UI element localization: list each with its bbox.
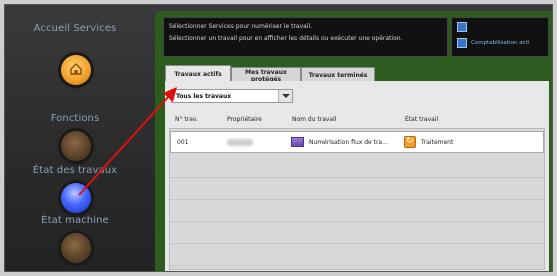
- message-line-2: Sélectionner un travail pour en afficher…: [169, 35, 403, 42]
- table-row: [170, 178, 544, 200]
- table-row[interactable]: 001 Numérisation flux de tra... Traiteme…: [170, 131, 544, 153]
- table-row: [170, 156, 544, 178]
- tab-label: Travaux terminés: [308, 72, 368, 79]
- etat-machine-button[interactable]: [61, 233, 91, 263]
- home-icon: [70, 63, 82, 75]
- control-panel: Accueil Services Fonctions État des trav…: [5, 5, 155, 271]
- job-filter-dropdown[interactable]: Tous les travaux: [171, 89, 293, 103]
- filter-value: Tous les travaux: [176, 93, 232, 100]
- jobs-table: 001 Numérisation flux de tra... Traiteme…: [169, 128, 545, 270]
- table-row: [170, 222, 544, 244]
- device-frame: Accueil Services Fonctions État des trav…: [4, 4, 553, 272]
- device-status-icon: [457, 22, 467, 32]
- jobs-panel: Tous les travaux N° trav. Propriétaire N…: [165, 81, 549, 271]
- status-row-1[interactable]: [457, 22, 467, 32]
- fonctions-button[interactable]: [61, 131, 91, 161]
- accounting-label: Comptabilisation acti: [471, 40, 530, 46]
- fonctions-label: Fonctions: [50, 113, 100, 124]
- column-header-state: État travail: [405, 116, 439, 123]
- message-line-1: Sélectionner Services pour numériser le …: [169, 23, 313, 30]
- etat-machine-label: État machine: [41, 215, 109, 226]
- job-name: Numérisation flux de tra...: [309, 139, 388, 146]
- job-state: Traitement: [421, 139, 454, 146]
- services-home-button[interactable]: [61, 55, 91, 85]
- column-header-name: Nom du travail: [292, 116, 337, 123]
- table-row: [170, 244, 544, 266]
- column-header-no: N° trav.: [175, 116, 198, 123]
- column-header-owner: Propriétaire: [227, 116, 262, 123]
- job-number: 001: [177, 139, 189, 146]
- accounting-icon: [457, 38, 467, 48]
- owner-redacted: [227, 139, 253, 146]
- etat-travaux-label: État des travaux: [32, 165, 118, 176]
- status-row-2[interactable]: Comptabilisation acti: [457, 38, 529, 48]
- touch-screen: Sélectionner Services pour numériser le …: [155, 11, 552, 271]
- tab-label: Travaux actifs: [174, 71, 222, 78]
- services-home-label: Accueil Services: [33, 23, 117, 34]
- status-area: Comptabilisation acti: [451, 17, 549, 57]
- scan-flow-icon: [291, 137, 304, 147]
- message-area: Sélectionner Services pour numériser le …: [163, 17, 448, 57]
- etat-travaux-button[interactable]: [61, 183, 91, 213]
- processing-icon: [404, 136, 416, 148]
- table-row: [170, 200, 544, 222]
- chevron-down-icon: [278, 90, 292, 102]
